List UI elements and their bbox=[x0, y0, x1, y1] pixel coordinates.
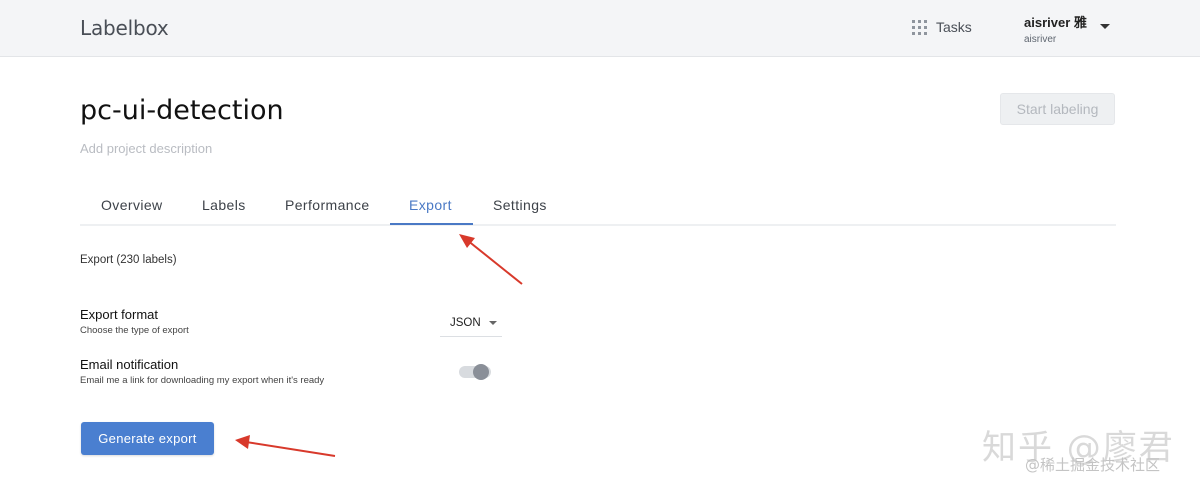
arrow-to-generate-button bbox=[235, 435, 336, 457]
annotation-arrows bbox=[235, 234, 523, 457]
watermark-juejin: @稀土掘金技术社区 bbox=[1025, 456, 1161, 474]
arrow-to-export-tab bbox=[459, 234, 523, 285]
